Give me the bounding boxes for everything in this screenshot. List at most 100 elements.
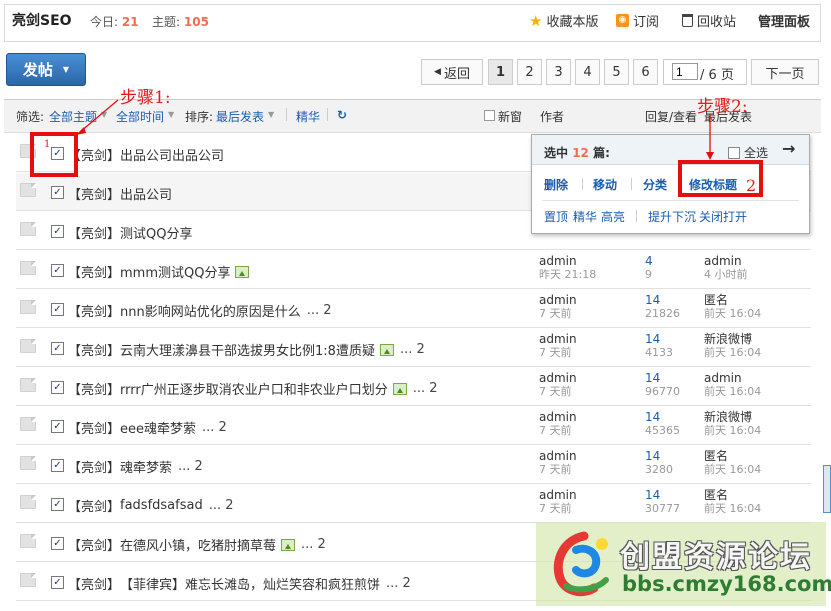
back-button[interactable]: ◀ 返回 xyxy=(421,59,483,85)
thread-row[interactable]: ✓ 【亮剑】 魂牵梦萦 ... 2 admin 7 天前 14 3280 匿名 前天 16:04 xyxy=(16,446,811,484)
page-button-6[interactable]: 6 xyxy=(633,59,658,85)
classify-action[interactable]: 分类 xyxy=(643,176,667,193)
thread-row[interactable]: ✓ 【亮剑】 eee魂牵梦萦 ... 2 admin 7 天前 14 45365 新浪微博 前天 … xyxy=(16,407,811,445)
delete-action[interactable]: 删除 xyxy=(544,176,568,193)
thread-page-links[interactable]: ... 2 xyxy=(307,303,332,318)
new-window-checkbox[interactable] xyxy=(484,110,495,121)
thread-checkbox[interactable]: ✓ xyxy=(51,186,64,199)
thread-author[interactable]: admin xyxy=(539,255,596,268)
thread-author[interactable]: admin xyxy=(539,411,577,424)
thread-title[interactable]: 【亮剑】 出品公司 xyxy=(68,184,172,203)
thread-title-text[interactable]: 在德风小镇，吃猪肘摘草莓 xyxy=(120,535,276,554)
thread-title[interactable]: 【亮剑】 云南大理漾濞县干部选拔男女比例1:8遭质疑 ... 2 xyxy=(68,340,425,359)
thread-page-links[interactable]: ... 2 xyxy=(413,381,438,396)
move-action[interactable]: 移动 xyxy=(593,176,617,193)
thread-checkbox[interactable]: ✓ xyxy=(51,420,64,433)
filter-all-topics[interactable]: 全部主题 xyxy=(49,108,97,125)
side-feedback-tab[interactable] xyxy=(823,465,831,513)
thread-reply-count[interactable]: 14 xyxy=(645,333,673,346)
thread-title[interactable]: 【亮剑】 【菲律宾】难忘长滩岛，灿烂笑容和疯狂煎饼 ... 2 xyxy=(68,574,411,593)
thread-title[interactable]: 【亮剑】 nnn影响网站优化的原因是什么 ... 2 xyxy=(68,301,332,320)
subscribe-link[interactable]: ◉ 订阅 xyxy=(616,11,659,30)
thread-author[interactable]: admin xyxy=(539,489,577,502)
highlight-action[interactable]: 高亮 xyxy=(601,208,625,225)
thread-title[interactable]: 【亮剑】 mmm测试QQ分享 xyxy=(68,262,250,281)
close-open-action[interactable]: 关闭打开 xyxy=(699,208,747,225)
thread-row[interactable]: ✓ 【亮剑】 fadsfdsafsad ... 2 admin 7 天前 14 30777 匿名… xyxy=(16,485,811,523)
digest-action[interactable]: 精华 xyxy=(573,208,597,225)
thread-author[interactable]: admin xyxy=(539,372,577,385)
thread-row[interactable]: ✓ 【亮剑】 rrrr广州正逐步取消农业户口和非农业户口划分... 2 admin 7 … xyxy=(16,368,811,406)
thread-title-text[interactable]: 测试QQ分享 xyxy=(120,223,192,242)
stick-action[interactable]: 置顶 xyxy=(544,208,568,225)
thread-row[interactable]: ✓ 【亮剑】 nnn影响网站优化的原因是什么 ... 2 admin 7 天前 14 2182… xyxy=(16,290,811,328)
arrow-right-icon[interactable]: → xyxy=(782,139,795,158)
thread-last-author[interactable]: 匿名 xyxy=(704,450,761,463)
thread-checkbox[interactable]: ✓ xyxy=(51,342,64,355)
thread-reply-count[interactable]: 4 xyxy=(645,255,653,268)
thread-title[interactable]: 【亮剑】 eee魂牵梦萦 ... 2 xyxy=(68,418,227,437)
thread-title[interactable]: 【亮剑】 测试QQ分享 xyxy=(68,223,192,242)
recycle-link[interactable]: 回收站 xyxy=(682,11,736,30)
thread-page-links[interactable]: ... 2 xyxy=(178,459,203,474)
admin-panel-link[interactable]: 管理面板 xyxy=(758,11,810,30)
thread-title[interactable]: 【亮剑】 在德风小镇，吃猪肘摘草莓 ... 2 xyxy=(68,535,326,554)
thread-title[interactable]: 【亮剑】 魂牵梦萦 ... 2 xyxy=(68,457,203,476)
thread-author[interactable]: admin xyxy=(539,450,577,463)
thread-last-author[interactable]: 新浪微博 xyxy=(704,333,761,346)
thread-title-text[interactable]: nnn影响网站优化的原因是什么 xyxy=(120,301,301,320)
thread-checkbox[interactable]: ✓ xyxy=(51,459,64,472)
thread-checkbox[interactable]: ✓ xyxy=(51,381,64,394)
page-button-3[interactable]: 3 xyxy=(546,59,571,85)
thread-page-links[interactable]: ... 2 xyxy=(209,498,234,513)
page-jump-input[interactable] xyxy=(672,63,698,80)
sort-latest-post[interactable]: 最后发表 xyxy=(216,108,264,125)
thread-title[interactable]: 【亮剑】 出品公司出品公司 xyxy=(68,145,224,164)
thread-checkbox[interactable]: ✓ xyxy=(51,225,64,238)
thread-author[interactable]: admin xyxy=(539,333,577,346)
thread-title-text[interactable]: fadsfdsafsad xyxy=(120,498,203,513)
thread-checkbox[interactable]: ✓ xyxy=(51,303,64,316)
thread-last-author[interactable]: 匿名 xyxy=(704,294,761,307)
filter-all-time[interactable]: 全部时间 xyxy=(116,108,164,125)
thread-page-links[interactable]: ... 2 xyxy=(400,342,425,357)
thread-title-text[interactable]: 出品公司 xyxy=(120,184,172,203)
next-page-button[interactable]: 下一页 xyxy=(751,59,819,85)
page-button-1[interactable]: 1 xyxy=(488,59,513,85)
thread-title-text[interactable]: eee魂牵梦萦 xyxy=(120,418,196,437)
digest-filter[interactable]: 精华 xyxy=(296,108,320,125)
thread-last-author[interactable]: admin xyxy=(704,372,761,385)
thread-row[interactable]: ✓ 【亮剑】 云南大理漾濞县干部选拔男女比例1:8遭质疑 ... 2 admin 7 天前… xyxy=(16,329,811,367)
thread-checkbox[interactable]: ✓ xyxy=(51,498,64,511)
thread-last-author[interactable]: admin xyxy=(704,255,748,268)
thread-title-text[interactable]: 魂牵梦萦 xyxy=(120,457,172,476)
thread-title[interactable]: 【亮剑】 fadsfdsafsad ... 2 xyxy=(68,496,234,515)
thread-title-text[interactable]: rrrr广州正逐步取消农业户口和非农业户口划分 xyxy=(120,379,388,398)
thread-last-author[interactable]: 匿名 xyxy=(704,489,761,502)
thread-title-text[interactable]: 出品公司出品公司 xyxy=(120,145,224,164)
page-button-4[interactable]: 4 xyxy=(575,59,600,85)
bump-action[interactable]: 提升下沉 xyxy=(648,208,696,225)
thread-reply-count[interactable]: 14 xyxy=(645,411,680,424)
favorite-link[interactable]: ★ 收藏本版 xyxy=(529,11,598,31)
page-button-5[interactable]: 5 xyxy=(604,59,629,85)
thread-last-author[interactable]: 新浪微博 xyxy=(704,411,761,424)
thread-title-text[interactable]: mmm测试QQ分享 xyxy=(120,262,230,281)
select-all-toggle[interactable]: 全选 xyxy=(728,144,768,161)
thread-reply-count[interactable]: 14 xyxy=(645,450,673,463)
select-all-checkbox[interactable] xyxy=(728,146,740,159)
thread-title-text[interactable]: 云南大理漾濞县干部选拔男女比例1:8遭质疑 xyxy=(120,340,375,359)
forum-name[interactable]: 亮剑SEO xyxy=(12,10,72,30)
post-button[interactable]: 发帖 ▼ xyxy=(6,53,86,86)
thread-page-links[interactable]: ... 2 xyxy=(202,420,227,435)
refresh-icon[interactable]: ↻ xyxy=(337,108,347,122)
thread-reply-count[interactable]: 14 xyxy=(645,372,680,385)
thread-page-links[interactable]: ... 2 xyxy=(301,537,326,552)
thread-reply-count[interactable]: 14 xyxy=(645,294,680,307)
thread-checkbox[interactable]: ✓ xyxy=(51,537,64,550)
thread-reply-count[interactable]: 14 xyxy=(645,489,680,502)
thread-checkbox[interactable]: ✓ xyxy=(51,264,64,277)
thread-row[interactable]: ✓ 【亮剑】 mmm测试QQ分享 admin 昨天 21:18 4 9 admin 4 小时前 xyxy=(16,251,811,289)
thread-page-links[interactable]: ... 2 xyxy=(386,576,411,591)
thread-checkbox[interactable]: ✓ xyxy=(51,576,64,589)
